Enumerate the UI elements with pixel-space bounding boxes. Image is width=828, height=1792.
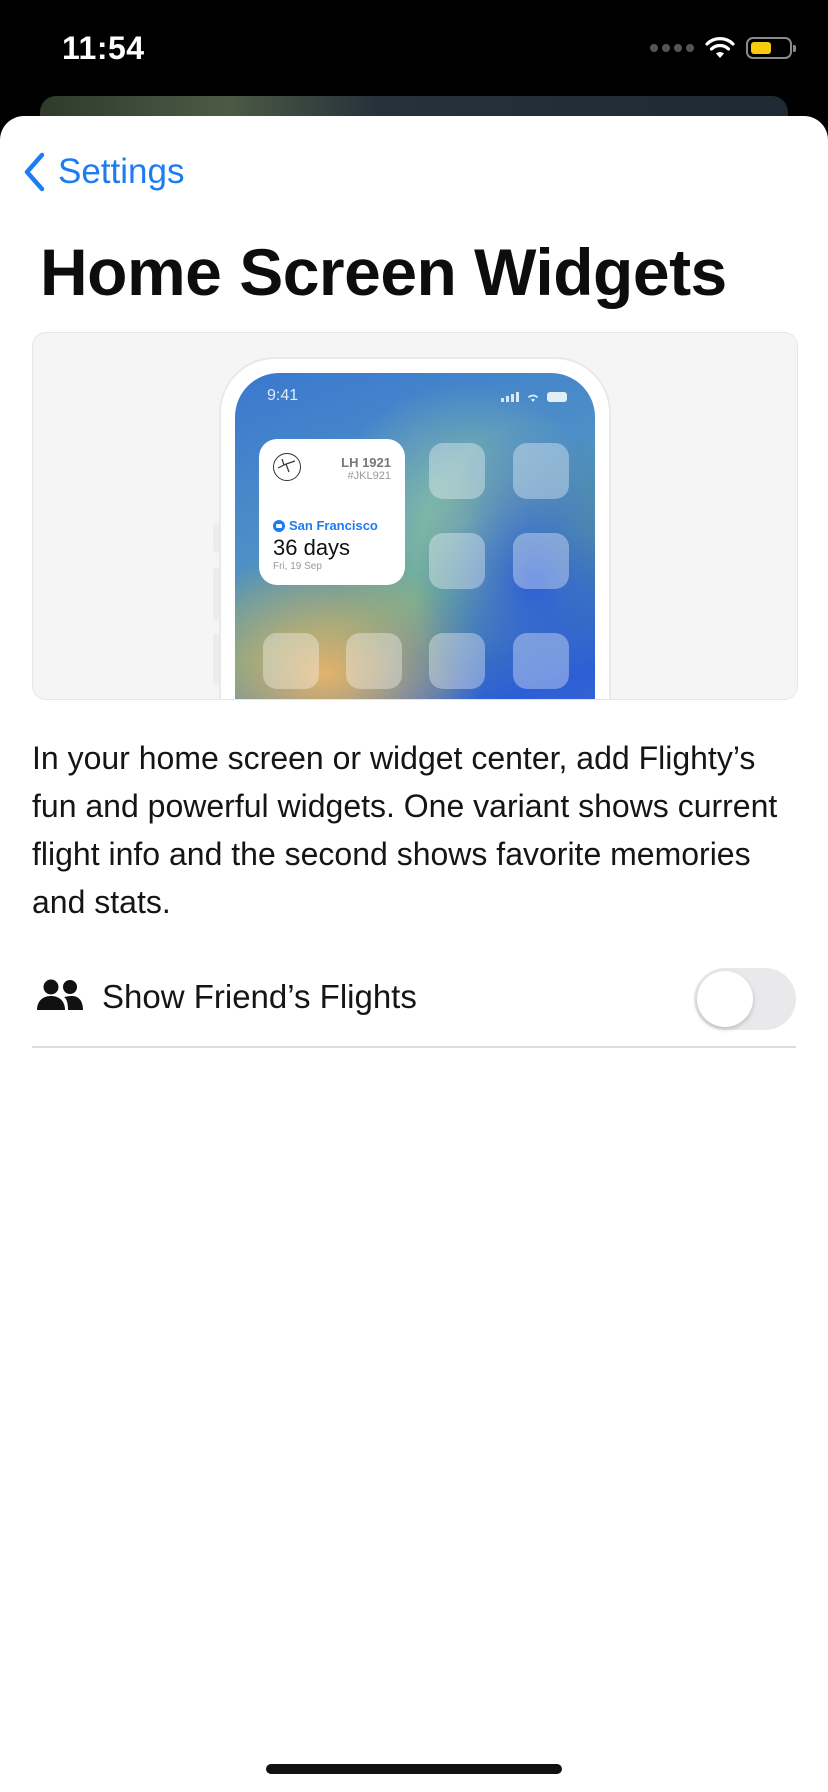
page-description: In your home screen or widget center, ad… <box>32 740 778 920</box>
toggle-knob[interactable] <box>697 971 753 1027</box>
settings-sheet: Settings Home Screen Widgets 9:41 LH 192… <box>0 116 828 1792</box>
battery-level <box>751 42 771 54</box>
destination: San Francisco <box>273 518 378 533</box>
show-friends-flights-row[interactable]: Show Friend’s Flights <box>32 948 796 1048</box>
show-friends-flights-toggle[interactable] <box>694 968 796 1030</box>
cellular-signal-icon <box>650 44 694 52</box>
status-icons <box>650 36 796 60</box>
app-icon <box>513 633 569 689</box>
plane-icon <box>273 519 285 532</box>
show-friends-flights-label: Show Friend’s Flights <box>102 978 417 1015</box>
people-icon <box>37 979 83 1010</box>
flight-date: Fri, 19 Sep <box>273 561 322 572</box>
back-button[interactable]: Settings <box>22 152 184 192</box>
app-icon <box>346 633 402 689</box>
chevron-left-icon <box>24 152 45 192</box>
mockup-time: 9:41 <box>267 387 299 404</box>
page-title: Home Screen Widgets <box>40 235 727 309</box>
airline-logo <box>273 453 301 481</box>
widget-preview-image: 9:41 LH 1921 #JKL921 San Francisco 36 da… <box>32 332 798 700</box>
back-button-label: Settings <box>58 152 185 191</box>
wifi-icon <box>705 37 735 58</box>
app-icon <box>429 633 485 689</box>
flight-widget: LH 1921 #JKL921 San Francisco 36 days Fr… <box>259 439 405 585</box>
status-bar: 11:54 <box>0 0 828 100</box>
app-icon <box>429 533 485 589</box>
flight-number: LH 1921 <box>341 455 391 470</box>
status-time: 11:54 <box>62 30 145 66</box>
mockup-status-icons <box>501 391 567 403</box>
app-icon <box>429 443 485 499</box>
app-icon <box>513 533 569 589</box>
home-indicator <box>266 1764 562 1774</box>
countdown: 36 days <box>273 535 351 560</box>
battery-icon <box>746 37 796 59</box>
app-icon <box>513 443 569 499</box>
phone-mockup: 9:41 LH 1921 #JKL921 San Francisco 36 da… <box>219 357 611 699</box>
destination-label: San Francisco <box>289 518 378 533</box>
phone-screen: 9:41 LH 1921 #JKL921 San Francisco 36 da… <box>235 373 595 699</box>
app-icon <box>263 633 319 689</box>
booking-reference: #JKL921 <box>347 470 391 482</box>
